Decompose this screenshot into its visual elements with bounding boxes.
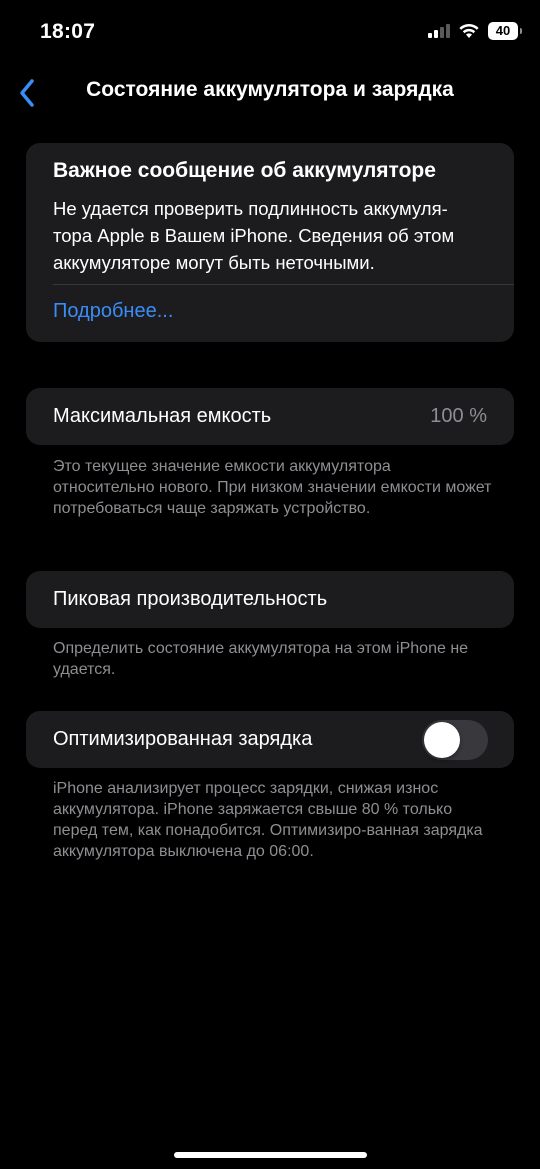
alert-body: Не удается проверить подлинность аккумул…	[53, 195, 503, 276]
alert-body-line: аккумуляторе могут быть неточными.	[53, 252, 375, 273]
alert-body-line: тора Apple в Вашем iPhone. Сведения об э…	[53, 225, 455, 246]
wifi-icon	[459, 23, 479, 38]
peak-performance-footnote: Определить состояние аккумулятора на это…	[53, 640, 469, 678]
home-indicator[interactable]	[174, 1152, 367, 1158]
peak-performance-label: Пиковая производительность	[53, 588, 328, 610]
status-bar: 18:07 40	[0, 0, 540, 64]
maximum-capacity-row: Максимальная емкость 100 %	[26, 388, 514, 445]
page-title: Состояние аккумулятора и зарядка	[86, 78, 454, 101]
status-icons: 40	[428, 22, 522, 40]
divider	[53, 284, 514, 285]
peak-performance-row: Пиковая производительность	[26, 571, 514, 628]
optimized-charging-footnote: iPhone анализирует процесс зарядки, сниж…	[53, 780, 483, 860]
navigation-bar: Состояние аккумулятора и зарядка	[0, 64, 540, 120]
maximum-capacity-footnote: Это текущее значение емкости аккумулятор…	[53, 458, 492, 517]
alert-body-line: Не удается проверить подлинность аккумул…	[53, 198, 448, 219]
learn-more-link[interactable]: Подробнее...	[53, 300, 173, 323]
status-time: 18:07	[40, 20, 96, 43]
battery-icon: 40	[488, 22, 522, 40]
alert-title: Важное сообщение об аккумуляторе	[53, 159, 436, 182]
battery-tip	[520, 28, 522, 34]
optimized-charging-toggle[interactable]	[422, 720, 488, 760]
optimized-charging-label: Оптимизированная зарядка	[53, 728, 313, 750]
optimized-charging-row: Оптимизированная зарядка	[26, 711, 514, 768]
maximum-capacity-value: 100 %	[430, 405, 487, 427]
battery-level: 40	[495, 23, 511, 38]
toggle-knob	[424, 722, 460, 758]
maximum-capacity-label: Максимальная емкость	[53, 405, 272, 427]
signal-icon	[428, 24, 450, 38]
battery-alert-card: Важное сообщение об аккумуляторе Не удае…	[26, 143, 514, 342]
